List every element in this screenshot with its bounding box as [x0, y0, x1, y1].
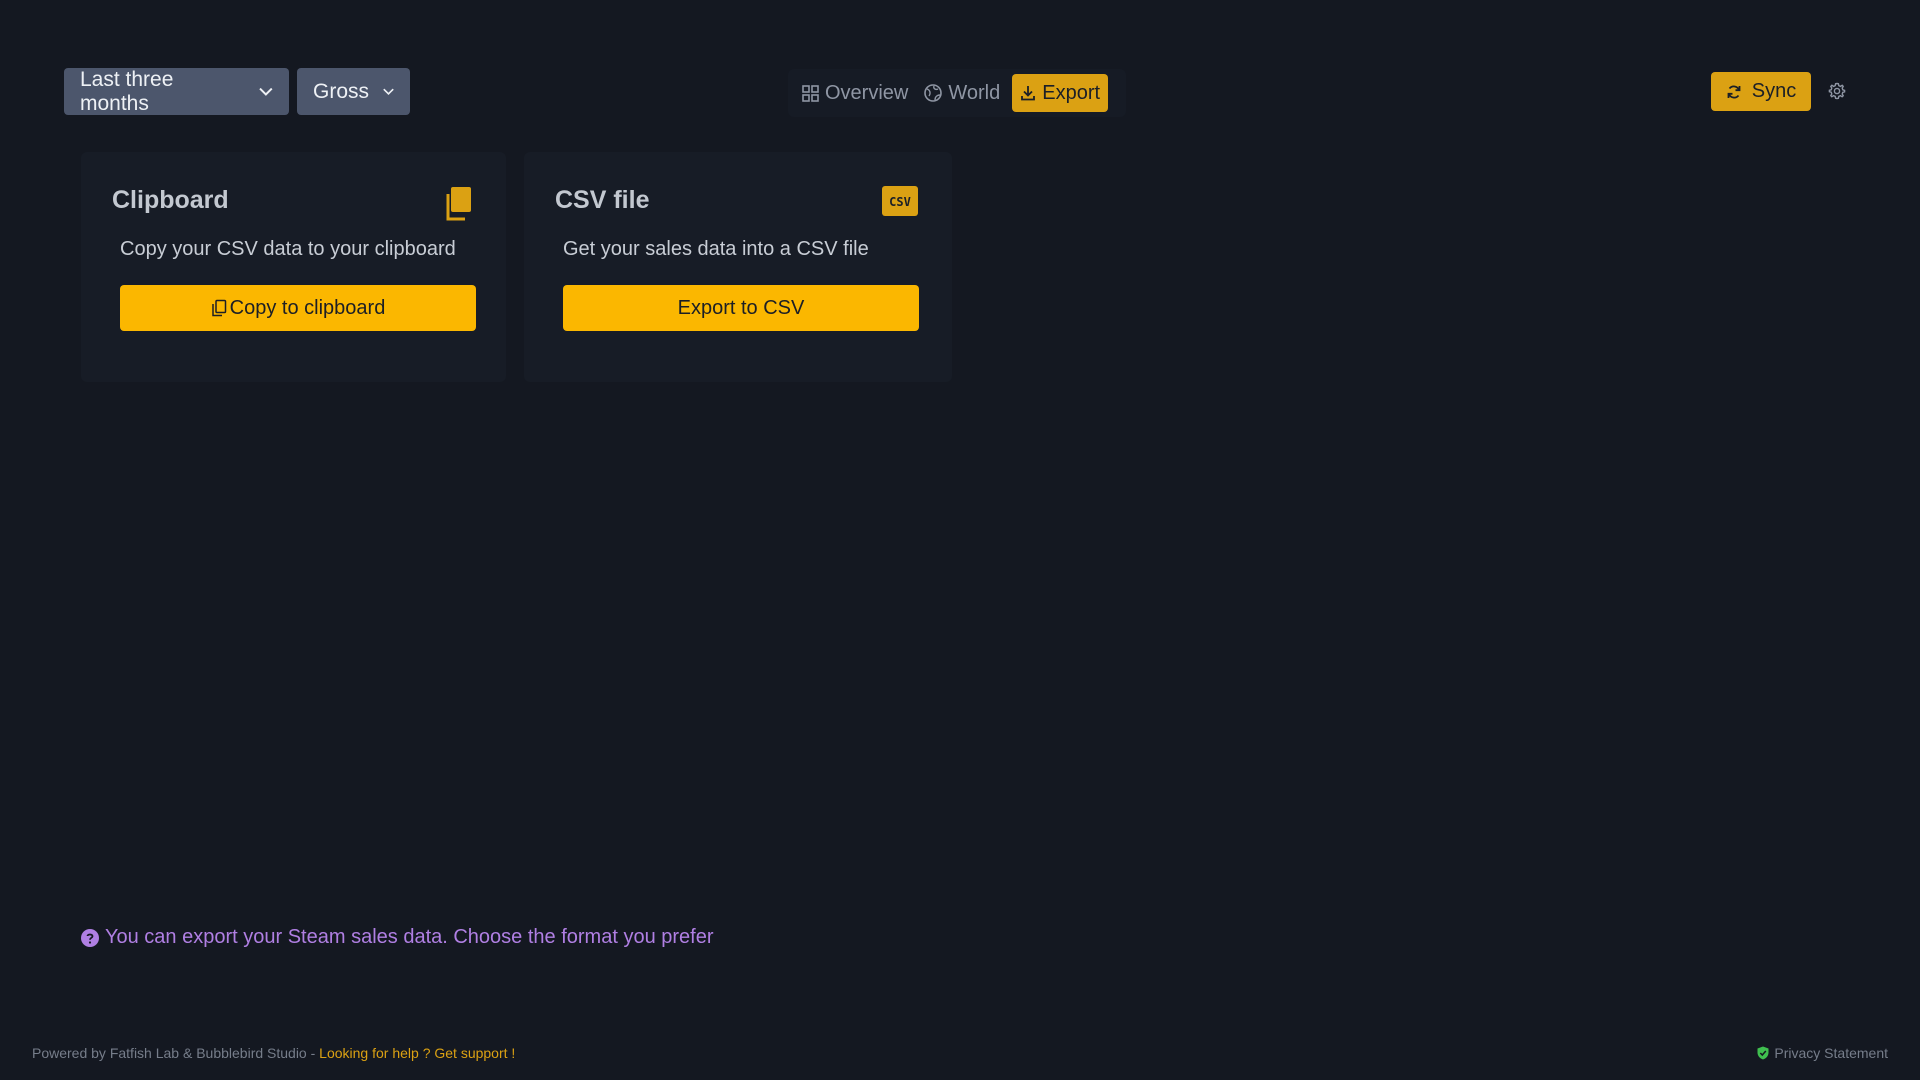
sync-button-label: Sync — [1751, 80, 1797, 102]
csv-file-card: CSV file CSV Get your sales data into a … — [524, 152, 952, 382]
csv-icon-text: CSV — [889, 195, 911, 209]
export-to-csv-button[interactable]: Export to CSV — [563, 285, 919, 331]
grid-icon — [802, 84, 819, 102]
sync-icon — [1727, 85, 1741, 98]
card-description: Copy your CSV data to your clipboard — [120, 238, 456, 260]
globe-icon — [924, 84, 943, 102]
download-icon — [1021, 86, 1036, 101]
privacy-statement-label: Privacy Statement — [1774, 1045, 1888, 1061]
chevron-down-icon — [383, 88, 394, 95]
privacy-statement-link[interactable]: Privacy Statement — [1757, 1045, 1888, 1061]
revenue-type-dropdown-label: Gross — [313, 79, 370, 103]
tab-export-label: Export — [1042, 81, 1101, 104]
clipboard-copy-icon — [446, 187, 471, 221]
copy-to-clipboard-button[interactable]: Copy to clipboard — [120, 285, 476, 331]
footer-credits: Powered by Fatfish Lab & Bubblebird Stud… — [32, 1045, 515, 1061]
export-info-message: You can export your Steam sales data. Ch… — [81, 926, 714, 949]
tab-world-label: World — [948, 81, 1001, 104]
question-circle-icon — [81, 928, 99, 947]
sync-button[interactable]: Sync — [1711, 72, 1811, 111]
csv-file-icon: CSV — [882, 186, 918, 216]
export-page: Last three months Gross Overview World E… — [0, 0, 1920, 1080]
period-dropdown[interactable]: Last three months — [64, 68, 289, 115]
period-dropdown-label: Last three months — [80, 67, 174, 115]
support-link[interactable]: Looking for help ? Get support ! — [319, 1045, 515, 1061]
revenue-type-dropdown[interactable]: Gross — [297, 68, 410, 115]
tab-overview[interactable]: Overview — [794, 74, 916, 112]
copy-icon — [211, 299, 226, 317]
shield-check-icon — [1757, 1046, 1769, 1060]
tab-export[interactable]: Export — [1012, 74, 1109, 112]
clipboard-card: Clipboard Copy your CSV data to your cli… — [81, 152, 506, 382]
copy-to-clipboard-label: Copy to clipboard — [229, 296, 386, 319]
powered-by-text: Powered by Fatfish Lab & Bubblebird Stud… — [32, 1045, 320, 1061]
tab-world[interactable]: World — [916, 74, 1008, 112]
info-text: You can export your Steam sales data. Ch… — [105, 926, 714, 948]
card-description: Get your sales data into a CSV file — [563, 238, 869, 260]
export-to-csv-label: Export to CSV — [677, 296, 805, 319]
chevron-down-icon — [259, 87, 273, 96]
main-nav: Overview World Export — [788, 69, 1126, 117]
card-title: CSV file — [555, 186, 650, 214]
card-title: Clipboard — [112, 186, 229, 214]
gear-icon[interactable] — [1828, 82, 1846, 100]
tab-overview-label: Overview — [825, 81, 909, 104]
